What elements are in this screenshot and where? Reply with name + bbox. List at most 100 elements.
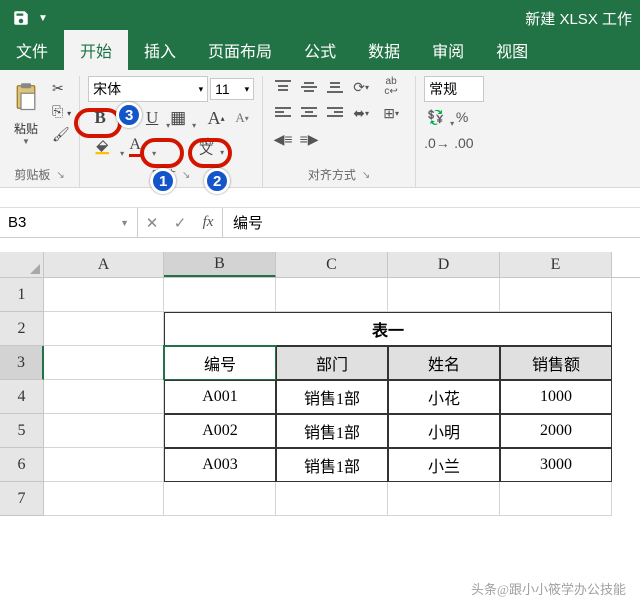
cell-B5[interactable]: A002 xyxy=(164,414,276,448)
cell-B7[interactable] xyxy=(164,482,276,516)
cell-A6[interactable] xyxy=(44,448,164,482)
font-launcher[interactable]: ↘ xyxy=(182,170,190,181)
font-color-button[interactable]: A▾ xyxy=(120,134,150,158)
cell-C5[interactable]: 销售1部 xyxy=(276,414,388,448)
cell-A4[interactable] xyxy=(44,380,164,414)
row-header-5[interactable]: 5 xyxy=(0,414,44,448)
row-header-2[interactable]: 2 xyxy=(0,312,44,346)
shrink-font-button[interactable]: A▾ xyxy=(230,106,254,130)
border-button[interactable]: ▦▾ xyxy=(166,106,190,130)
align-center-button[interactable] xyxy=(297,102,321,124)
cell-E1[interactable] xyxy=(500,278,612,312)
col-header-E[interactable]: E xyxy=(500,252,612,277)
font-name-select[interactable]: 宋体▾ xyxy=(88,76,208,102)
insert-function-button[interactable]: fx xyxy=(194,214,222,231)
cell-B3[interactable]: 编号 xyxy=(164,346,276,380)
save-button[interactable] xyxy=(8,5,34,31)
cell-D6[interactable]: 小兰 xyxy=(388,448,500,482)
cell-A5[interactable] xyxy=(44,414,164,448)
tab-review[interactable]: 审阅 xyxy=(416,30,480,70)
phonetic-button[interactable]: wén文▾ xyxy=(194,134,218,158)
formula-input[interactable]: 编号 xyxy=(223,208,640,237)
merge-button[interactable]: ⬌▾ xyxy=(349,102,373,124)
cell-A3[interactable] xyxy=(44,346,164,380)
cell-E6[interactable]: 3000 xyxy=(500,448,612,482)
number-format-select[interactable]: 常规 xyxy=(424,76,484,102)
align-left-button[interactable] xyxy=(271,102,295,124)
font-size-select[interactable]: 11▾ xyxy=(210,78,254,100)
align-middle-button[interactable] xyxy=(297,76,321,98)
tab-insert[interactable]: 插入 xyxy=(128,30,192,70)
cell-C1[interactable] xyxy=(276,278,388,312)
cell-E5[interactable]: 2000 xyxy=(500,414,612,448)
paste-dropdown[interactable]: ▼ xyxy=(8,137,44,146)
underline-button[interactable]: U▾ xyxy=(140,106,164,130)
cell-D3[interactable]: 姓名 xyxy=(388,346,500,380)
cell-B1[interactable] xyxy=(164,278,276,312)
wrap-text-button[interactable]: abc↩ xyxy=(375,76,407,98)
row-header-3[interactable]: 3 xyxy=(0,346,44,380)
tab-view[interactable]: 视图 xyxy=(480,30,544,70)
cell-B2-E2-merged[interactable]: 表一 xyxy=(164,312,612,346)
tab-file[interactable]: 文件 xyxy=(0,30,64,70)
italic-button[interactable]: I xyxy=(114,106,138,130)
currency-button[interactable]: 💱▾ xyxy=(424,106,448,128)
cell-B6[interactable]: A003 xyxy=(164,448,276,482)
col-header-D[interactable]: D xyxy=(388,252,500,277)
align-bottom-button[interactable] xyxy=(323,76,347,98)
cell-D5[interactable]: 小明 xyxy=(388,414,500,448)
merge-center-button[interactable]: ⊞▾ xyxy=(375,102,407,124)
alignment-launcher[interactable]: ↘ xyxy=(362,170,370,181)
qat-customize-dropdown[interactable]: ▼ xyxy=(38,13,48,24)
cut-button[interactable]: ✂ xyxy=(52,80,71,97)
tab-data[interactable]: 数据 xyxy=(352,30,416,70)
formula-bar: B3▼ ✕ ✓ fx 编号 xyxy=(0,208,640,238)
cancel-edit-button[interactable]: ✕ xyxy=(138,214,166,232)
align-right-button[interactable] xyxy=(323,102,347,124)
worksheet[interactable]: A B C D E 1 2 表一 3 编号 部门 姓名 销售额 4 A001 销… xyxy=(0,252,640,516)
format-painter-button[interactable]: 🖌 xyxy=(52,126,71,143)
tab-formula[interactable]: 公式 xyxy=(288,30,352,70)
cell-D7[interactable] xyxy=(388,482,500,516)
row-header-6[interactable]: 6 xyxy=(0,448,44,482)
decrease-decimal-button[interactable]: .00 xyxy=(452,132,476,154)
cell-E7[interactable] xyxy=(500,482,612,516)
grow-font-button[interactable]: A▴ xyxy=(204,106,228,130)
row-header-1[interactable]: 1 xyxy=(0,278,44,312)
row-header-4[interactable]: 4 xyxy=(0,380,44,414)
indent-decrease-button[interactable]: ◀≡ xyxy=(271,128,295,150)
cell-C6[interactable]: 销售1部 xyxy=(276,448,388,482)
tab-home[interactable]: 开始 xyxy=(64,30,128,70)
percent-button[interactable]: % xyxy=(450,106,474,128)
copy-button[interactable]: ⎘ ▾ xyxy=(52,103,71,120)
cell-C7[interactable] xyxy=(276,482,388,516)
confirm-edit-button[interactable]: ✓ xyxy=(166,214,194,232)
group-clipboard-label: 剪贴板 xyxy=(14,166,50,183)
cell-A7[interactable] xyxy=(44,482,164,516)
row-header-7[interactable]: 7 xyxy=(0,482,44,516)
indent-increase-button[interactable]: ≡▶ xyxy=(297,128,321,150)
col-header-A[interactable]: A xyxy=(44,252,164,277)
group-number: 常规 💱▾ % .0→ .00 xyxy=(416,76,492,187)
cell-C4[interactable]: 销售1部 xyxy=(276,380,388,414)
cell-A2[interactable] xyxy=(44,312,164,346)
clipboard-launcher[interactable]: ↘ xyxy=(56,170,64,181)
paste-button[interactable]: 粘贴 ▼ xyxy=(8,76,44,146)
cell-E3[interactable]: 销售额 xyxy=(500,346,612,380)
col-header-B[interactable]: B xyxy=(164,252,276,277)
cell-A1[interactable] xyxy=(44,278,164,312)
fill-color-button[interactable]: ▾ xyxy=(88,134,118,158)
tab-layout[interactable]: 页面布局 xyxy=(192,30,288,70)
cell-D1[interactable] xyxy=(388,278,500,312)
align-top-button[interactable] xyxy=(271,76,295,98)
bold-button[interactable]: B xyxy=(88,106,112,130)
cell-D4[interactable]: 小花 xyxy=(388,380,500,414)
cell-B4[interactable]: A001 xyxy=(164,380,276,414)
col-header-C[interactable]: C xyxy=(276,252,388,277)
increase-decimal-button[interactable]: .0→ xyxy=(424,132,450,154)
name-box[interactable]: B3▼ xyxy=(0,208,138,237)
cell-C3[interactable]: 部门 xyxy=(276,346,388,380)
select-all-button[interactable] xyxy=(0,252,44,277)
cell-E4[interactable]: 1000 xyxy=(500,380,612,414)
orientation-button[interactable]: ⟳▾ xyxy=(349,76,373,98)
